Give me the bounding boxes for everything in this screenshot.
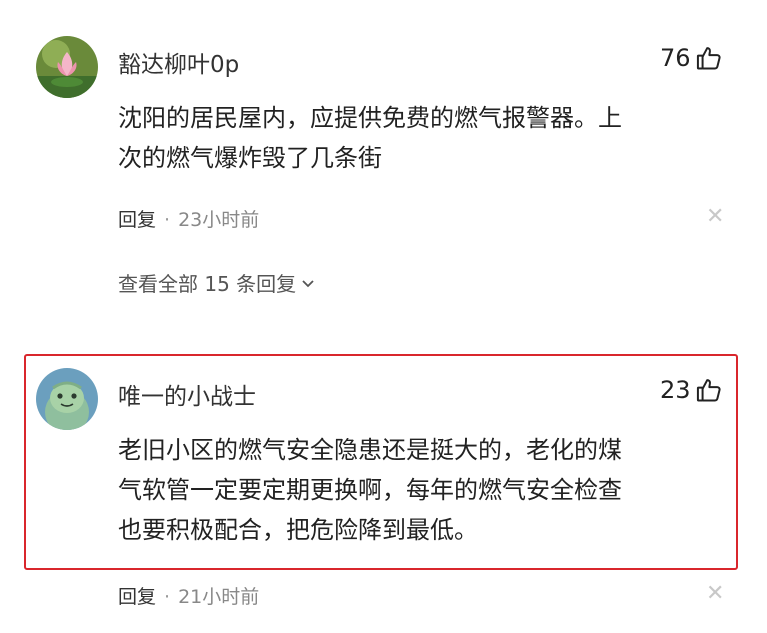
- like-count-value: 23: [660, 376, 691, 404]
- close-icon[interactable]: ✕: [706, 204, 724, 229]
- like-count[interactable]: 23: [660, 376, 723, 404]
- reply-button[interactable]: 回复: [118, 586, 156, 608]
- chevron-down-icon: [302, 279, 314, 287]
- comment-text-line: 次的燃气爆炸毁了几条街: [118, 144, 382, 172]
- comment-meta: 回复 · 23小时前: [118, 205, 259, 232]
- timestamp: 21小时前: [178, 586, 260, 608]
- timestamp: 23小时前: [178, 209, 260, 231]
- username[interactable]: 豁达柳叶0p: [118, 45, 239, 79]
- username[interactable]: 唯一的小战士: [118, 377, 256, 411]
- avatar[interactable]: [36, 368, 98, 430]
- thumbs-up-icon[interactable]: [695, 376, 723, 404]
- comment-text: 老旧小区的燃气安全隐患还是挺大的，老化的煤 气软管一定要定期更换啊，每年的燃气安…: [118, 430, 728, 550]
- like-count-value: 76: [660, 44, 691, 72]
- separator-dot: ·: [164, 209, 171, 231]
- reply-button[interactable]: 回复: [118, 209, 156, 231]
- comment-text-line: 气软管一定要定期更换啊，每年的燃气安全检查: [118, 476, 622, 504]
- comment-text-line: 老旧小区的燃气安全隐患还是挺大的，老化的煤: [118, 436, 622, 464]
- separator-dot: ·: [164, 586, 171, 608]
- comment-text: 沈阳的居民屋内，应提供免费的燃气报警器。上 次的燃气爆炸毁了几条街: [118, 98, 728, 178]
- close-icon[interactable]: ✕: [706, 581, 724, 606]
- view-all-replies-label: 查看全部 15 条回复: [118, 272, 297, 296]
- avatar[interactable]: [36, 36, 98, 98]
- comment-text-line: 也要积极配合，把危险降到最低。: [118, 516, 478, 544]
- comment-meta: 回复 · 21小时前: [118, 582, 259, 609]
- comment-text-line: 沈阳的居民屋内，应提供免费的燃气报警器。上: [118, 104, 622, 132]
- thumbs-up-icon[interactable]: [695, 44, 723, 72]
- view-all-replies-button[interactable]: 查看全部 15 条回复: [118, 268, 316, 297]
- like-count[interactable]: 76: [660, 44, 723, 72]
